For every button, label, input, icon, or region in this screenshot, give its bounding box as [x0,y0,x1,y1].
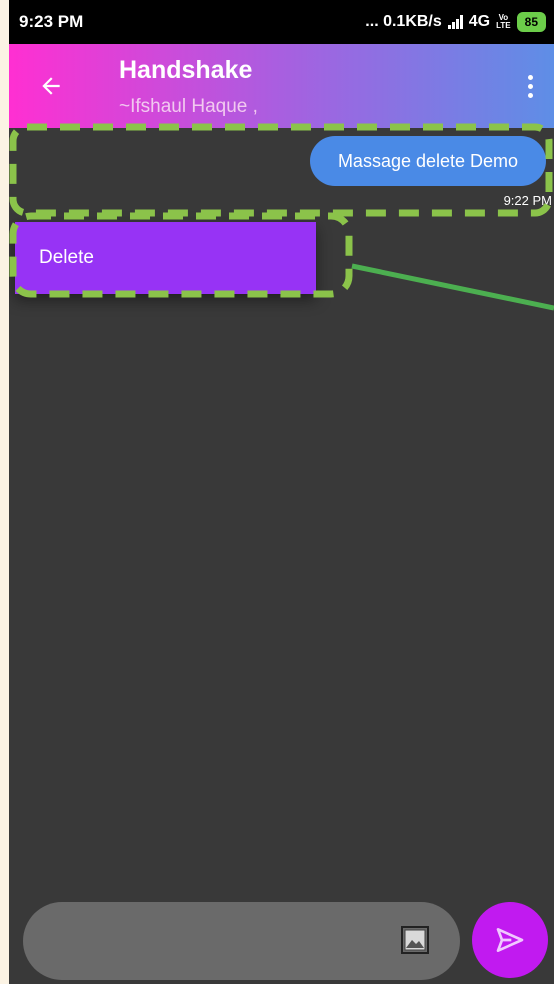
app-bar: Handshake ~Ifshaul Haque , [9,44,554,128]
more-vertical-icon [527,74,533,80]
attach-image-button[interactable] [399,924,431,956]
status-bar: 9:23 PM ... 0.1KB/s 4G Vo LTE 85 [9,0,554,44]
arrow-left-icon [42,77,60,95]
status-indicators: ... 0.1KB/s 4G Vo LTE 85 [365,11,546,33]
network-type: 4G [468,13,491,30]
annotation-connector-line [351,263,554,311]
message-time: 9:22 PM [503,193,552,208]
more-options-button[interactable] [520,70,540,102]
chat-subtitle: ~Ifshaul Haque , [119,96,258,117]
chat-title: Handshake [119,56,253,84]
send-icon [496,928,524,952]
volte-icon: Vo LTE [496,14,511,30]
network-speed: ... 0.1KB/s [365,13,442,30]
volte-bottom: LTE [496,21,511,30]
message-bubble-outgoing[interactable]: Massage delete Demo [310,136,546,186]
battery-icon: 85 [516,12,546,32]
delete-menu-item[interactable]: Delete [39,247,94,269]
phone-screen: 9:23 PM ... 0.1KB/s 4G Vo LTE 85 Handsha… [9,0,554,984]
status-time: 9:23 PM [19,12,84,31]
signal-icon [447,15,463,29]
context-menu: Delete [15,222,316,294]
image-icon [401,926,429,954]
back-button[interactable] [31,66,71,106]
message-text: Massage delete Demo [337,150,519,171]
message-input[interactable] [23,902,460,980]
send-button[interactable] [472,902,548,978]
